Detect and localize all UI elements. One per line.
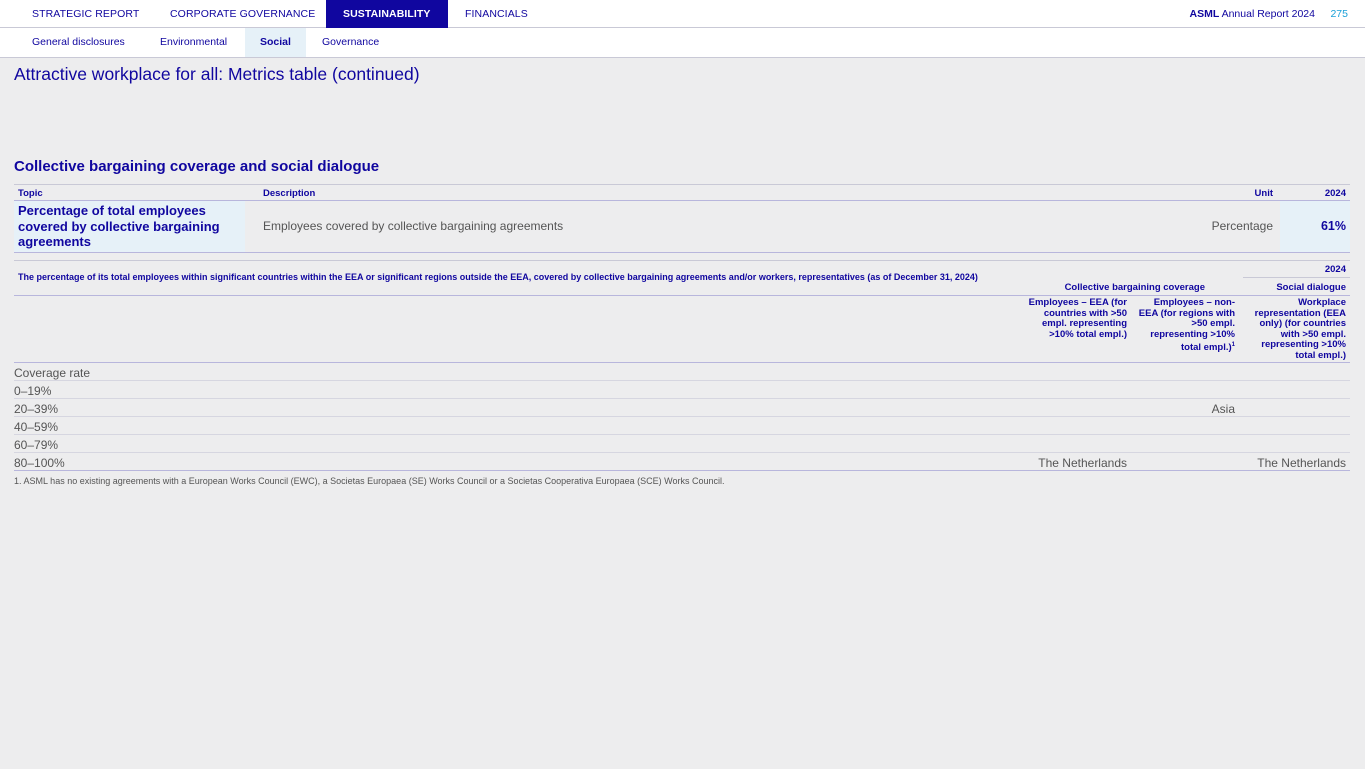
header-topic: Topic: [18, 188, 43, 199]
tab-strategic-report[interactable]: STRATEGIC REPORT: [15, 0, 156, 28]
table-top-divider: [14, 260, 1350, 261]
report-brand: ASML Annual Report 2024: [1190, 0, 1316, 28]
header-description: Description: [263, 188, 316, 199]
coverage-year: 2024: [1324, 264, 1346, 275]
subtab-governance[interactable]: Governance: [307, 28, 394, 57]
row-label: 40–59%: [14, 420, 59, 434]
section-title: Collective bargaining coverage and socia…: [14, 158, 380, 175]
table-row: 40–59%: [14, 417, 1350, 435]
table-row: Coverage rate: [14, 363, 1350, 381]
table-row: 20–39% Asia: [14, 399, 1350, 417]
col-header-non-eea-text: Employees – non-EEA (for regions with >5…: [1138, 297, 1235, 354]
year-divider: [1243, 277, 1350, 278]
footnote-marker: 1: [1231, 342, 1235, 348]
brand-name: ASML: [1189, 8, 1220, 20]
table-header: Topic Description Unit 2024: [14, 184, 1350, 201]
row-topic: Percentage of total employees covered by…: [14, 201, 245, 252]
row-label: 80–100%: [14, 456, 65, 470]
tab-financials[interactable]: FINANCIALS: [448, 0, 545, 28]
coverage-caption: The percentage of its total employees wi…: [18, 272, 978, 282]
row-label: Coverage rate: [14, 366, 91, 380]
group-collective-bargaining: Collective bargaining coverage: [1064, 282, 1205, 293]
row-workplace: The Netherlands: [1257, 456, 1346, 470]
page-number: 275: [1330, 8, 1348, 20]
subtab-social[interactable]: Social: [245, 28, 306, 57]
col-header-workplace: Workplace representation (EEA only) (for…: [1254, 297, 1346, 361]
tab-sustainability[interactable]: SUSTAINABILITY: [326, 0, 448, 28]
sub-navigation: General disclosures Environmental Social…: [0, 28, 1365, 58]
metrics-table: Topic Description Unit 2024 Percentage o…: [14, 184, 1350, 253]
col-header-non-eea: Employees – non-EEA (for regions with >5…: [1135, 297, 1235, 354]
col-header-eea: Employees – EEA (for countries with >50 …: [1028, 297, 1127, 340]
row-eea: The Netherlands: [1038, 456, 1127, 470]
footnote: 1. ASML has no existing agreements with …: [14, 476, 725, 486]
row-unit: Percentage: [1211, 219, 1273, 233]
subtab-environmental[interactable]: Environmental: [145, 28, 242, 57]
table-row: 80–100% The Netherlands The Netherlands: [14, 453, 1350, 471]
header-divider: [14, 295, 1350, 296]
table-row: 60–79%: [14, 435, 1350, 453]
table-row: Percentage of total employees covered by…: [14, 201, 1350, 253]
row-label: 60–79%: [14, 438, 59, 452]
header-unit: Unit: [1254, 188, 1273, 199]
page-title: Attractive workplace for all: Metrics ta…: [14, 64, 420, 84]
table-row: 0–19%: [14, 381, 1350, 399]
subtab-general-disclosures[interactable]: General disclosures: [17, 28, 140, 57]
row-non-eea: Asia: [1211, 402, 1235, 416]
row-value: 61%: [1280, 201, 1350, 252]
header-year: 2024: [1324, 188, 1346, 199]
row-label: 0–19%: [14, 384, 52, 398]
top-navigation: STRATEGIC REPORT CORPORATE GOVERNANCE SU…: [0, 0, 1365, 28]
group-social-dialogue: Social dialogue: [1276, 282, 1346, 293]
brand-report-title: Annual Report 2024: [1219, 8, 1315, 20]
tab-corporate-governance[interactable]: CORPORATE GOVERNANCE: [153, 0, 332, 28]
row-label: 20–39%: [14, 402, 59, 416]
row-description: Employees covered by collective bargaini…: [263, 219, 564, 233]
